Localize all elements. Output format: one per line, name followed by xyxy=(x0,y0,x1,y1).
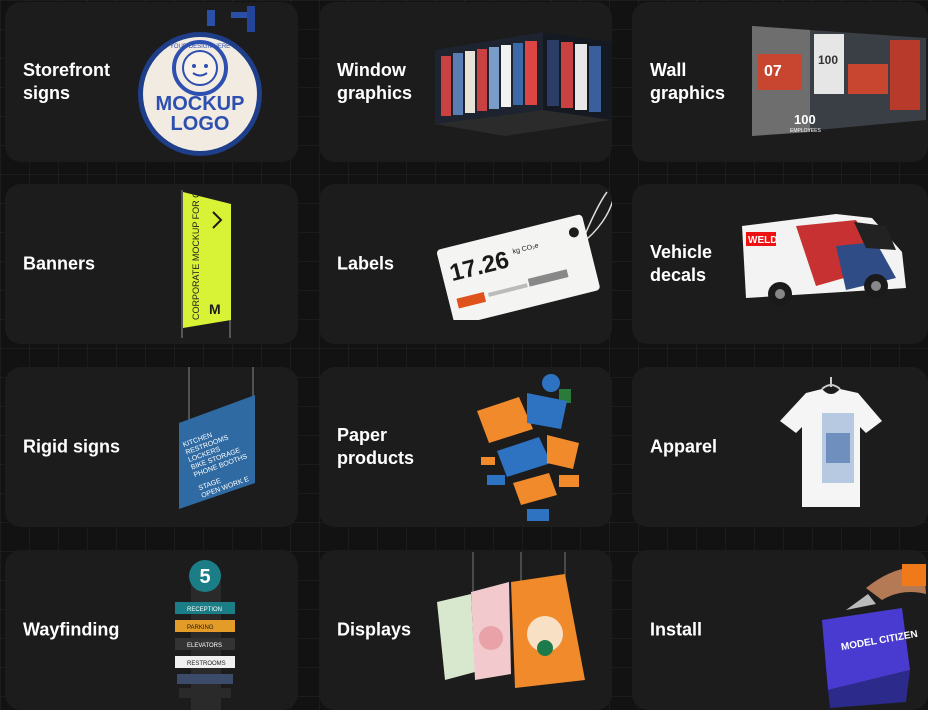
svg-text:M: M xyxy=(209,301,221,317)
card-rigid-signs[interactable]: Rigid signs KITCHEN RESTROOMS LOCKERS BI… xyxy=(5,367,298,527)
card-storefront-signs[interactable]: Storefront signs YOUR DESIGN HERE MOCKUP… xyxy=(5,2,298,162)
card-vehicle-decals[interactable]: Vehicle decals WELD xyxy=(632,184,928,344)
svg-text:ELEVATORS: ELEVATORS xyxy=(187,643,222,649)
card-wall-graphics[interactable]: Wall graphics 07 100 100 EMPLOYEES xyxy=(632,2,928,162)
window-graphics-image xyxy=(435,28,612,138)
svg-text:EMPLOYEES: EMPLOYEES xyxy=(790,128,822,134)
rigid-sign-image: KITCHEN RESTROOMS LOCKERS BIKE STORAGE P… xyxy=(175,367,261,517)
banner-image: CORPORATE MOCKUP FOR COMPANIES M xyxy=(177,190,237,340)
svg-text:YOUR DESIGN HERE: YOUR DESIGN HERE xyxy=(170,44,230,50)
label-tag-image: 17.26 kg CO₂e xyxy=(431,190,612,320)
card-label: Banners xyxy=(23,253,96,274)
card-wayfinding[interactable]: Wayfinding 5 RECEPTION PARKING ELEVATORS… xyxy=(5,550,298,710)
svg-text:MOCKUP: MOCKUP xyxy=(156,93,245,115)
svg-text:100: 100 xyxy=(818,53,838,67)
svg-text:CORPORATE MOCKUP FOR COMPANIES: CORPORATE MOCKUP FOR COMPANIES xyxy=(191,190,201,320)
svg-text:LOGO: LOGO xyxy=(171,113,230,135)
svg-text:5: 5 xyxy=(199,566,210,588)
wall-graphics-image: 07 100 100 EMPLOYEES xyxy=(750,24,926,140)
tshirt-image xyxy=(778,373,884,513)
svg-text:RESTROOMS: RESTROOMS xyxy=(187,661,226,667)
svg-text:07: 07 xyxy=(764,63,782,80)
card-label: Wayfinding xyxy=(23,619,120,640)
card-label: Paper products xyxy=(337,425,415,468)
lightbox-displays-image xyxy=(435,552,589,692)
svg-text:WELD: WELD xyxy=(748,235,777,246)
card-labels[interactable]: Labels 17.26 kg CO₂e xyxy=(319,184,612,344)
category-grid: Storefront signs YOUR DESIGN HERE MOCKUP… xyxy=(0,0,928,710)
paper-products-image xyxy=(467,371,587,527)
card-displays[interactable]: Displays xyxy=(319,550,612,710)
card-paper-products[interactable]: Paper products xyxy=(319,367,612,527)
card-apparel[interactable]: Apparel xyxy=(632,367,928,527)
install-scissors-image: MODEL CITIZEN xyxy=(806,554,926,708)
card-label: Storefront signs xyxy=(23,60,110,103)
card-label: Rigid signs xyxy=(23,436,121,457)
card-label: Apparel xyxy=(650,436,718,457)
card-banners[interactable]: Banners CORPORATE MOCKUP FOR COMPANIES M xyxy=(5,184,298,344)
vehicle-van-image: WELD xyxy=(736,206,912,310)
wayfinding-sign-image: 5 RECEPTION PARKING ELEVATORS RESTROOMS xyxy=(171,556,241,710)
card-window-graphics[interactable]: Window graphics xyxy=(319,2,612,162)
card-label: Install xyxy=(650,619,703,640)
card-install[interactable]: Install MODEL CITIZEN xyxy=(632,550,928,710)
svg-text:100: 100 xyxy=(794,112,816,127)
storefront-sign-image: YOUR DESIGN HERE MOCKUP LOGO xyxy=(135,6,265,158)
svg-text:RECEPTION: RECEPTION xyxy=(187,607,222,613)
svg-text:PARKING: PARKING xyxy=(187,625,214,631)
